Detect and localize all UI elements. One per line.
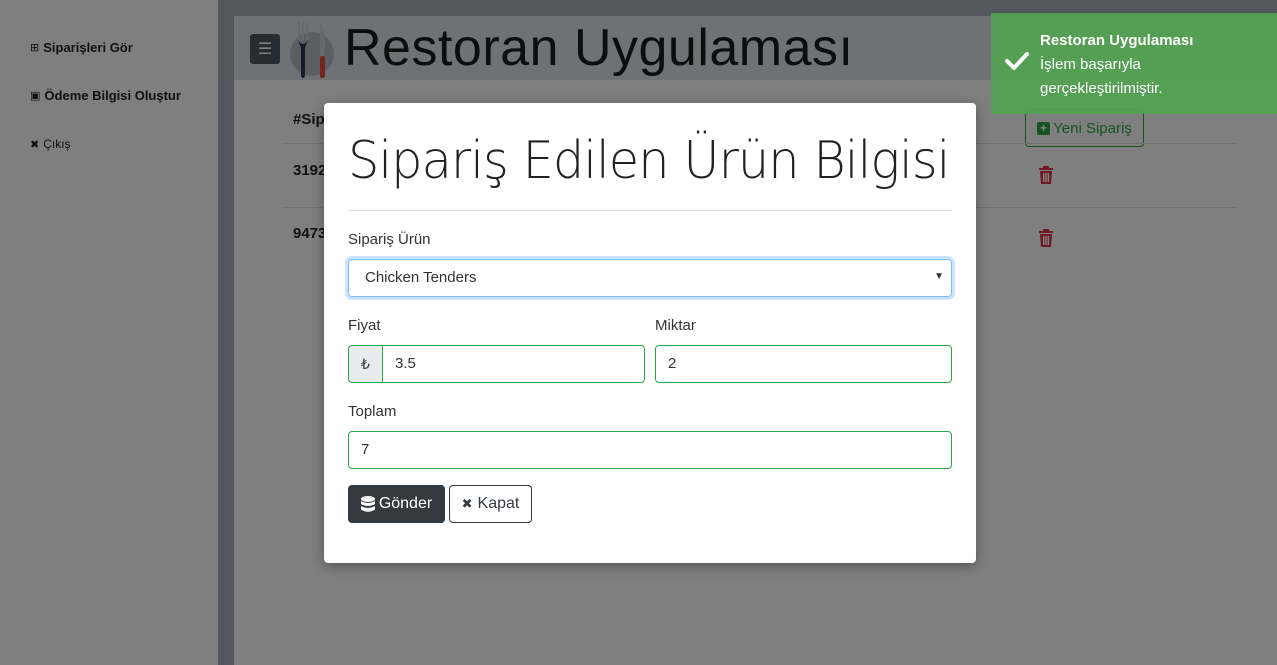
close-icon: ✖: [461, 496, 473, 511]
price-field[interactable]: 3.5: [382, 345, 645, 383]
database-icon: [360, 495, 375, 512]
lira-icon: ₺: [361, 355, 370, 372]
check-icon: [1005, 52, 1029, 70]
product-label: Sipariş Ürün: [348, 231, 431, 248]
price-label: Fiyat: [348, 317, 381, 334]
send-label: Gönder: [378, 495, 433, 512]
close-button[interactable]: ✖ Kapat: [449, 485, 532, 523]
product-select[interactable]: Chicken Tenders ▼: [348, 259, 952, 297]
total-field[interactable]: 7: [348, 431, 952, 469]
send-button[interactable]: Gönder: [348, 485, 445, 523]
close-label: Kapat: [477, 495, 520, 512]
total-label: Toplam: [348, 403, 397, 420]
chevron-down-icon: ▼: [934, 271, 944, 282]
toast-title: Restoran Uygulaması: [1040, 32, 1194, 49]
product-select-value: Chicken Tenders: [365, 269, 477, 286]
quantity-label: Miktar: [655, 317, 696, 334]
toast-message: İşlem başarıyla gerçekleştirilmiştir.: [1040, 56, 1163, 97]
price-value: 3.5: [395, 355, 416, 372]
success-toast[interactable]: Restoran Uygulaması İşlem başarıyla gerç…: [991, 13, 1277, 114]
total-value: 7: [361, 441, 370, 458]
quantity-field[interactable]: 2: [655, 345, 952, 383]
quantity-value: 2: [668, 355, 677, 372]
modal-divider: [348, 210, 952, 211]
modal-title: Sipariş Edilen Ürün Bilgisi: [348, 131, 950, 191]
currency-prefix: ₺: [348, 345, 383, 383]
order-item-modal: Sipariş Edilen Ürün Bilgisi Sipariş Ürün…: [324, 103, 976, 563]
